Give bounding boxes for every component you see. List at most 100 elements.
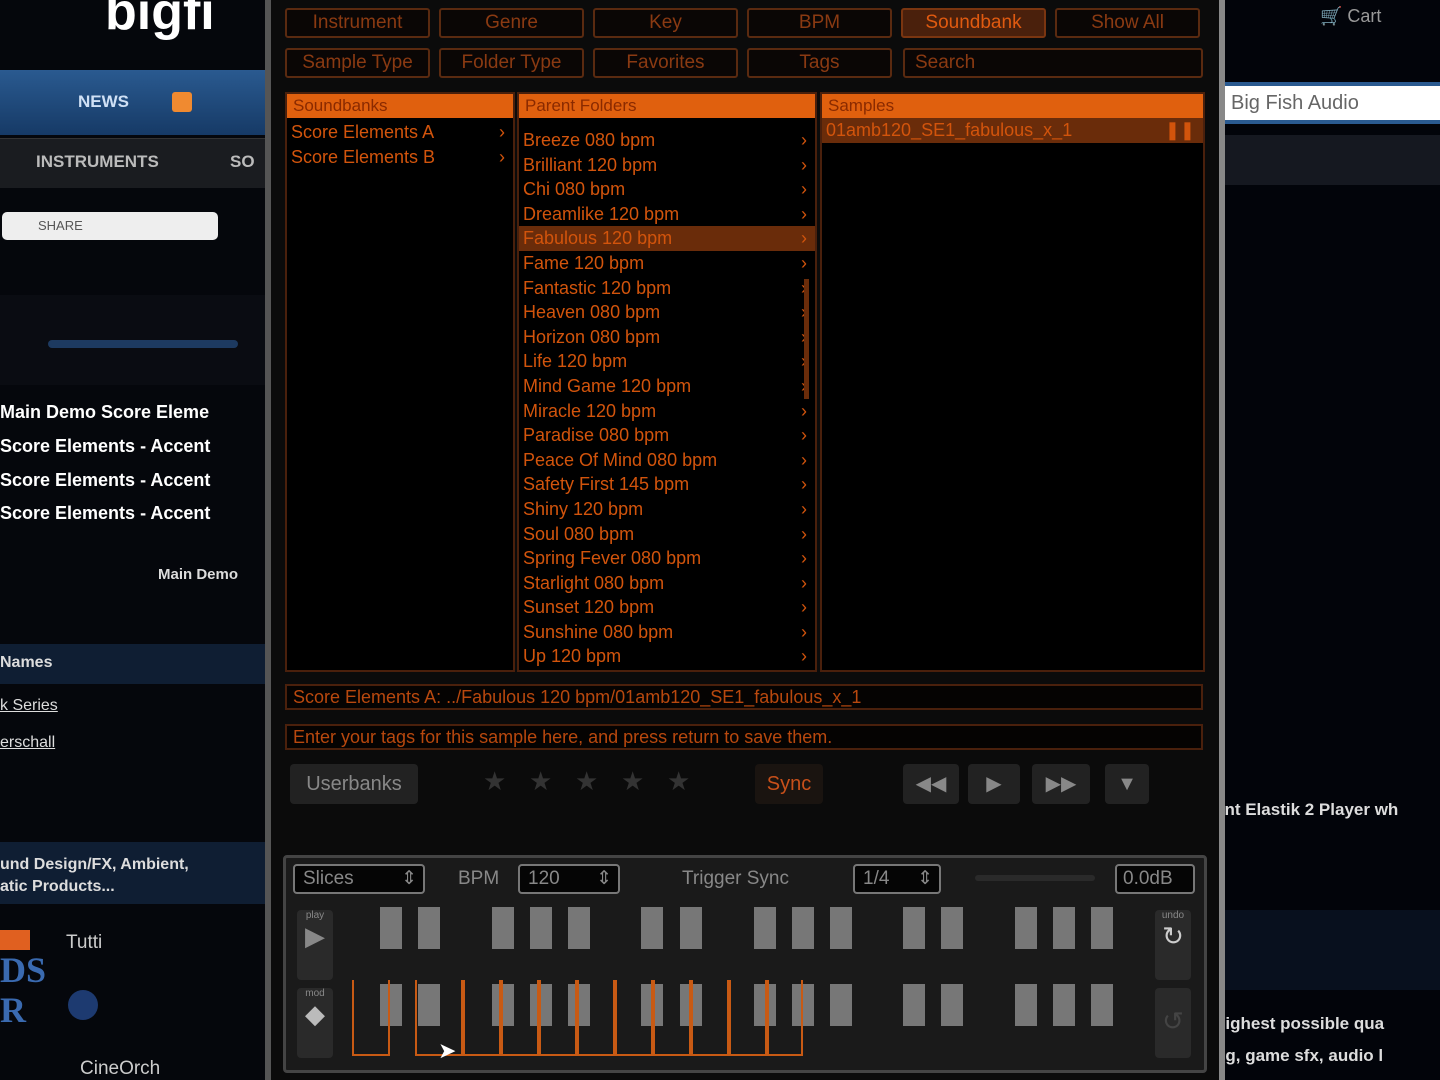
rating-star-icon[interactable]: ★ [483, 766, 506, 797]
slice-pad[interactable] [903, 907, 925, 949]
slice-pad[interactable] [418, 907, 440, 949]
fast-forward-button[interactable]: ▶▶ [1032, 764, 1090, 804]
list-item[interactable]: Score Elements A › [287, 120, 513, 145]
play-slices-button[interactable]: play ▶ [297, 910, 333, 980]
piano-key[interactable] [615, 980, 653, 1056]
tab-genre[interactable]: Genre [439, 8, 584, 38]
slice-pad[interactable] [1053, 984, 1075, 1026]
tab-tags[interactable]: Tags [747, 48, 892, 78]
rating-star-icon[interactable]: ★ [529, 766, 552, 797]
slice-pad[interactable] [530, 907, 552, 949]
sample-item[interactable]: 01amb120_SE1_fabulous_x_1 ❚❚ [822, 118, 1203, 143]
slice-pad[interactable] [754, 907, 776, 949]
tab-show-all[interactable]: Show All [1055, 8, 1200, 38]
list-item[interactable]: Life 120 bpm› [519, 349, 815, 374]
list-item[interactable]: Shiny 120 bpm › [519, 497, 815, 522]
tab-soundbank[interactable]: Soundbank [901, 8, 1046, 38]
share-button[interactable]: SHARE [2, 212, 218, 240]
slice-pad[interactable] [641, 907, 663, 949]
tab-key[interactable]: Key [593, 8, 738, 38]
scrollbar[interactable] [804, 279, 809, 399]
play-circle-icon[interactable] [68, 990, 98, 1020]
tab-folder-type[interactable]: Folder Type [439, 48, 584, 78]
list-item[interactable]: Sunshine 080 bpm › [519, 620, 815, 645]
list-item[interactable]: Spring Fever 080 bpm › [519, 546, 815, 571]
list-item[interactable]: Paradise 080 bpm › [519, 423, 815, 448]
list-item[interactable]: Fantastic 120 bpm› [519, 276, 815, 301]
list-item[interactable]: Score Elements B › [287, 145, 513, 170]
playlist-item[interactable]: Score Elements - Accent [0, 503, 210, 524]
list-item[interactable]: Mind Game 120 bpm› [519, 374, 815, 399]
list-item[interactable]: Miracle 120 bpm › [519, 399, 815, 424]
piano-key[interactable] [653, 980, 691, 1056]
list-item[interactable]: Dreamlike 120 bpm › [519, 202, 815, 227]
bpm-input[interactable]: 120 ⇕ [518, 864, 620, 894]
list-item[interactable]: Horizon 080 bpm› [519, 325, 815, 350]
link[interactable]: k Series [0, 697, 58, 715]
mode-select[interactable]: Slices ⇕ [293, 864, 425, 894]
slice-pad[interactable] [492, 907, 514, 949]
slice-pad[interactable] [568, 907, 590, 949]
list-item[interactable]: Peace Of Mind 080 bpm › [519, 448, 815, 473]
slice-pad[interactable] [1015, 907, 1037, 949]
tab-bpm[interactable]: BPM [747, 8, 892, 38]
piano-key[interactable] [501, 980, 539, 1056]
slice-pad[interactable] [1015, 984, 1037, 1026]
redo-button[interactable]: ↺ [1155, 988, 1191, 1058]
play-button[interactable]: ▶ [968, 764, 1020, 804]
link[interactable]: erschall [0, 734, 55, 752]
slice-pad[interactable] [792, 907, 814, 949]
cart-link[interactable]: 🛒 Cart [1320, 6, 1381, 27]
slice-pad[interactable] [830, 984, 852, 1026]
piano-key[interactable] [352, 980, 390, 1056]
nav-sounds[interactable]: SO [230, 152, 255, 172]
piano-key[interactable] [577, 980, 615, 1056]
rating-star-icon[interactable]: ★ [621, 766, 644, 797]
undo-button[interactable]: undo ↻ [1155, 910, 1191, 980]
slice-pad[interactable] [380, 907, 402, 949]
nav-instruments[interactable]: INSTRUMENTS [36, 152, 159, 172]
tab-instrument[interactable]: Instrument [285, 8, 430, 38]
tags-input[interactable]: Enter your tags for this sample here, an… [285, 724, 1203, 750]
list-item[interactable]: Fabulous 120 bpm › [519, 226, 815, 251]
piano-key[interactable] [729, 980, 767, 1056]
slice-pad[interactable] [941, 984, 963, 1026]
progress-slider[interactable] [48, 340, 238, 348]
playlist-item[interactable]: Score Elements - Accent [0, 436, 210, 457]
list-item[interactable]: Heaven 080 bpm› [519, 300, 815, 325]
list-item[interactable]: Soul 080 bpm › [519, 522, 815, 547]
rewind-button[interactable]: ◀◀ [903, 764, 959, 804]
piano-key[interactable] [539, 980, 577, 1056]
piano-key[interactable] [691, 980, 729, 1056]
sync-button[interactable]: Sync [755, 764, 823, 804]
list-item[interactable]: Brilliant 120 bpm › [519, 153, 815, 178]
slice-pad[interactable] [1091, 907, 1113, 949]
slice-pad[interactable] [830, 907, 852, 949]
rating-star-icon[interactable]: ★ [667, 766, 690, 797]
list-item[interactable]: Sunset 120 bpm › [519, 595, 815, 620]
gain-slider[interactable] [975, 875, 1095, 881]
mod-button[interactable]: mod ◆ [297, 988, 333, 1058]
search-input[interactable]: Search [903, 48, 1203, 78]
rating-star-icon[interactable]: ★ [575, 766, 598, 797]
slice-pad[interactable] [941, 907, 963, 949]
slice-pad[interactable] [903, 984, 925, 1026]
playlist-item[interactable]: Main Demo Score Eleme [0, 402, 209, 423]
tab-favorites[interactable]: Favorites [593, 48, 738, 78]
piano-key[interactable] [463, 980, 501, 1056]
trigger-sync-select[interactable]: 1/4 ⇕ [853, 864, 941, 894]
site-search-input[interactable]: Big Fish Audio [1225, 82, 1440, 124]
userbanks-button[interactable]: Userbanks [290, 764, 418, 804]
slice-pad[interactable] [1053, 907, 1075, 949]
news-link[interactable]: NEWS [78, 92, 129, 112]
menu-down-button[interactable]: ▼ [1105, 764, 1149, 804]
tab-sample-type[interactable]: Sample Type [285, 48, 430, 78]
piano-key[interactable] [767, 980, 803, 1056]
list-item[interactable]: Breeze 080 bpm › [519, 128, 815, 153]
playlist-item[interactable]: Score Elements - Accent [0, 470, 210, 491]
slice-pad[interactable] [680, 907, 702, 949]
rss-icon[interactable] [172, 92, 192, 112]
list-item[interactable]: Safety First 145 bpm › [519, 472, 815, 497]
pause-icon[interactable]: ❚❚ [1165, 118, 1195, 143]
list-item[interactable]: Up 120 bpm › [519, 644, 815, 669]
